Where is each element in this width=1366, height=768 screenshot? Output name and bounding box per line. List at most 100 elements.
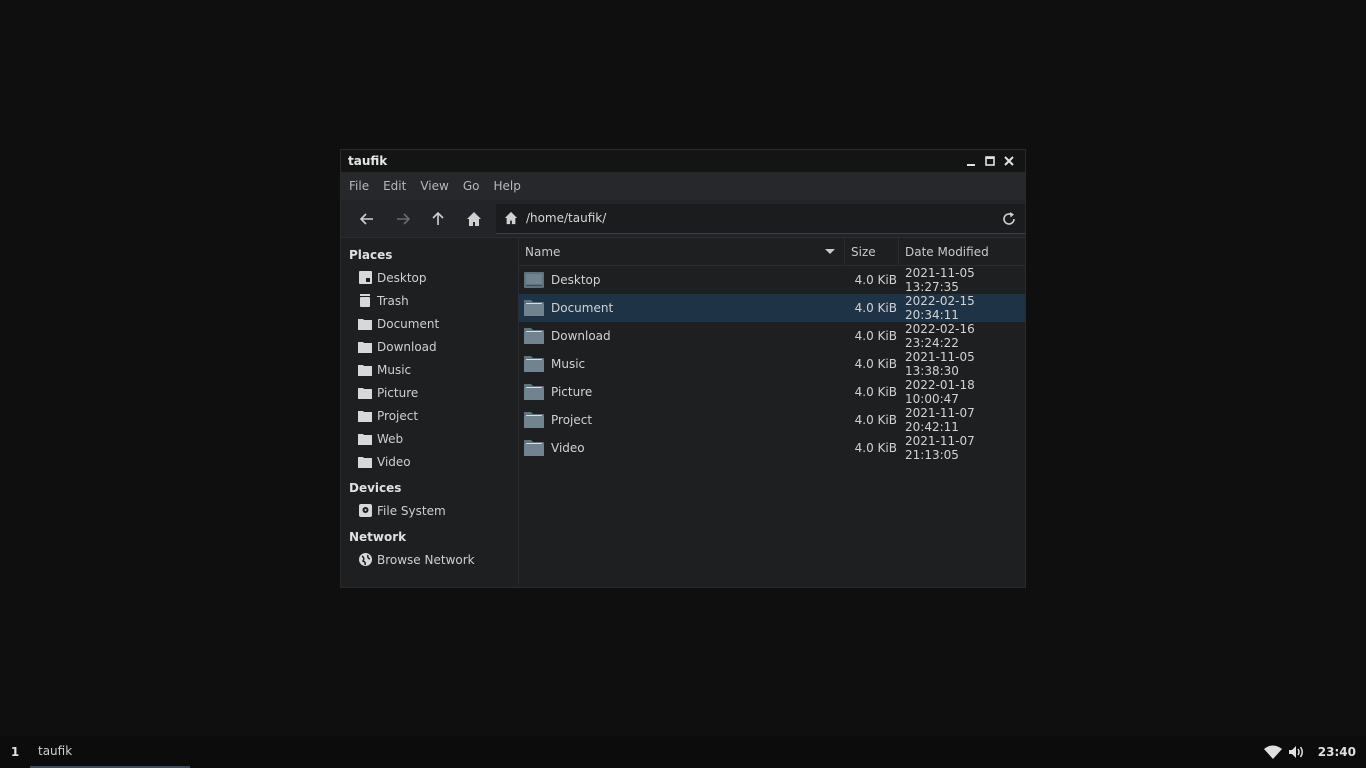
table-row[interactable]: Desktop 4.0 KiB 2021-11-05 13:27:35 [519,266,1025,294]
file-date: 2021-11-05 13:38:30 [905,350,975,378]
table-row[interactable]: Download 4.0 KiB 2022-02-16 23:24:22 [519,322,1025,350]
folder-icon [358,317,372,331]
folder-icon [358,455,372,469]
column-header: Name Size Date Modified [519,238,1025,266]
sidebar-item-label: Browse Network [377,552,475,567]
folder-icon [524,384,544,400]
folder-icon [524,440,544,456]
desktop-icon [358,271,372,285]
sidebar-item-picture[interactable]: Picture [341,381,518,404]
sidebar-item-file-system[interactable]: File System [341,499,518,522]
file-date: 2022-02-15 20:34:11 [905,294,975,322]
file-date: 2021-11-05 13:27:35 [905,266,975,294]
file-name: Document [551,301,614,315]
sidebar-item-browse-network[interactable]: Browse Network [341,548,518,571]
menu-edit[interactable]: Edit [379,179,410,193]
folder-icon [524,412,544,428]
desktop-folder-icon [524,272,544,288]
system-tray: 23:40 [1258,736,1356,768]
file-list: Name Size Date Modified Desktop 4.0 KiB … [519,238,1025,585]
column-date-modified[interactable]: Date Modified [899,238,1025,265]
table-row[interactable]: Document 4.0 KiB 2022-02-15 20:34:11 [519,294,1025,322]
drive-icon [358,504,372,518]
folder-icon [358,386,372,400]
folder-icon [524,356,544,372]
file-size: 4.0 KiB [854,273,897,287]
sidebar-item-label: Project [377,408,419,423]
forward-button[interactable] [385,204,421,234]
up-button[interactable] [420,204,456,234]
sidebar-item-project[interactable]: Project [341,404,518,427]
sidebar-item-download[interactable]: Download [341,335,518,358]
file-size: 4.0 KiB [854,301,897,315]
column-name-label: Name [525,244,561,259]
window-title: taufik [348,154,388,168]
sidebar-item-label: Download [377,339,437,354]
sidebar-item-trash[interactable]: Trash [341,289,518,312]
menu-file[interactable]: File [345,179,373,193]
table-row[interactable]: Video 4.0 KiB 2021-11-07 21:13:05 [519,434,1025,462]
clock[interactable]: 23:40 [1318,745,1356,759]
menu-go[interactable]: Go [459,179,484,193]
file-date: 2022-02-16 23:24:22 [905,322,975,350]
location-bar[interactable]: /home/taufik/ [495,203,1026,234]
file-name: Desktop [551,273,601,287]
sidebar-item-video[interactable]: Video [341,450,518,473]
back-button[interactable] [349,204,385,234]
sidebar-item-web[interactable]: Web [341,427,518,450]
home-icon [467,211,482,226]
wifi-icon[interactable] [1263,745,1282,759]
file-date: 2021-11-07 21:13:05 [905,434,975,462]
sidebar: Places Desktop Trash Document Download M… [341,238,519,585]
file-size: 4.0 KiB [854,413,897,427]
sidebar-item-desktop[interactable]: Desktop [341,266,518,289]
home-button[interactable] [456,204,492,234]
menu-bar: File Edit View Go Help [341,172,1025,200]
file-name: Project [551,413,593,427]
sidebar-item-document[interactable]: Document [341,312,518,335]
sidebar-item-label: Picture [377,385,419,400]
column-size-label: Size [851,244,876,259]
taskbar-task[interactable]: taufik [30,736,190,768]
column-date-label: Date Modified [905,244,989,259]
menu-help[interactable]: Help [489,179,524,193]
menu-view[interactable]: View [416,179,452,193]
file-name: Download [551,329,611,343]
title-bar[interactable]: taufik [341,150,1025,172]
table-row[interactable]: Music 4.0 KiB 2021-11-05 13:38:30 [519,350,1025,378]
sort-descending-icon [825,249,835,254]
file-date: 2022-01-18 10:00:47 [905,378,975,406]
sidebar-item-label: Web [377,431,404,446]
table-row[interactable]: Picture 4.0 KiB 2022-01-18 10:00:47 [519,378,1025,406]
reload-icon[interactable] [1001,211,1017,230]
globe-icon [358,553,372,567]
sidebar-item-music[interactable]: Music [341,358,518,381]
sidebar-item-label: Music [377,362,412,377]
maximize-icon[interactable] [980,152,999,171]
toolbar: /home/taufik/ [341,200,1026,238]
workspace-button[interactable]: 1 [0,736,30,768]
folder-icon [358,409,372,423]
taskbar: 1 taufik 23:40 [0,736,1366,768]
arrow-up-icon [432,211,444,225]
minimize-icon[interactable] [961,152,980,171]
volume-icon[interactable] [1288,745,1306,759]
folder-icon [358,340,372,354]
file-size: 4.0 KiB [854,385,897,399]
column-name[interactable]: Name [519,238,845,265]
places-title: Places [349,248,393,262]
column-size[interactable]: Size [845,238,899,265]
close-icon[interactable] [999,152,1018,171]
devices-title: Devices [349,481,402,495]
file-date: 2021-11-07 20:42:11 [905,406,975,434]
arrow-left-icon [359,212,373,225]
home-icon [504,211,518,225]
folder-icon [524,300,544,316]
taskbar-task-label: taufik [38,744,73,758]
location-path[interactable]: /home/taufik/ [526,211,606,225]
folder-icon [358,432,372,446]
file-size: 4.0 KiB [854,441,897,455]
table-row[interactable]: Project 4.0 KiB 2021-11-07 20:42:11 [519,406,1025,434]
folder-icon [524,328,544,344]
file-name: Video [551,441,585,455]
